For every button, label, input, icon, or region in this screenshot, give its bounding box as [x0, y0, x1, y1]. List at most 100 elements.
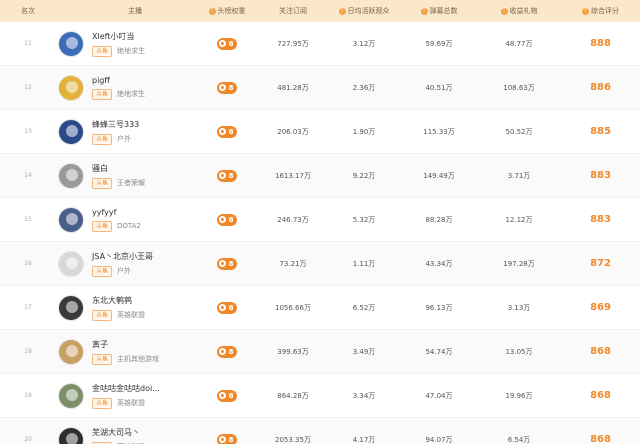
score-value: 868	[590, 434, 611, 444]
anchor-name[interactable]: 蜂蜂三号333	[92, 119, 139, 130]
barrage-value: 40.51万	[425, 83, 453, 92]
avatar[interactable]	[58, 338, 84, 365]
weight-value: 8	[228, 259, 234, 268]
weight-value: 8	[228, 391, 234, 400]
avatar[interactable]	[58, 382, 84, 409]
weight-cell: 8	[195, 37, 259, 50]
anchor-name[interactable]: 骚白	[92, 163, 145, 174]
weight-cell: 8	[195, 125, 259, 138]
weight-cell: 8	[195, 345, 259, 358]
flame-icon	[218, 172, 226, 179]
avatar[interactable]	[58, 294, 84, 321]
anchor-cell[interactable]: yyfyyf 斗鱼 DOTA2	[56, 206, 195, 233]
weight-badge: 8	[216, 257, 238, 270]
header-score[interactable]: ! 综合评分	[561, 6, 640, 16]
anchor-info: Xleft小叮当 斗鱼 绝地求生	[92, 31, 145, 57]
category-label: 绝地求生	[117, 47, 146, 55]
table-row[interactable]: 20 芜湖大司马丶 斗鱼 英雄联盟 8 2053.35万 4.17万 94.07…	[0, 418, 640, 444]
category-label: 英雄联盟	[117, 311, 146, 319]
table-row[interactable]: 16 JSA丶北京小王哥 斗鱼 户外 8 73.21万 1.11万 43.34万…	[0, 242, 640, 286]
score-value: 888	[590, 38, 611, 49]
anchor-cell[interactable]: 骚白 斗鱼 王者荣耀	[56, 162, 195, 189]
anchor-name[interactable]: 金咕咕金咕咕doi...	[92, 383, 160, 394]
category-label: DOTA2	[117, 222, 141, 230]
anchor-name[interactable]: JSA丶北京小王哥	[92, 251, 153, 262]
anchor-name[interactable]: 东北大鹌鹑	[92, 295, 145, 306]
gifts-value: 197.28万	[503, 259, 535, 268]
flame-icon	[218, 436, 226, 443]
info-icon: !	[500, 7, 508, 15]
weight-badge: 8	[216, 301, 238, 314]
followers-value: 727.95万	[277, 39, 309, 48]
anchor-name[interactable]: yyfyyf	[92, 208, 141, 217]
anchor-cell[interactable]: 金咕咕金咕咕doi... 斗鱼 英雄联盟	[56, 382, 195, 409]
rank-number: 13	[24, 128, 32, 135]
header-weight[interactable]: ! 头榜权重	[195, 6, 259, 16]
weight-value: 8	[228, 127, 234, 136]
anchor-info: 蜂蜂三号333 斗鱼 户外	[92, 119, 139, 145]
anchor-cell[interactable]: pigff 斗鱼 绝地求生	[56, 74, 195, 101]
weight-value: 8	[228, 39, 234, 48]
followers-value: 73.21万	[279, 259, 307, 268]
info-icon: !	[208, 7, 216, 15]
avatar[interactable]	[58, 206, 84, 233]
avatar[interactable]	[58, 30, 84, 57]
table-row[interactable]: 11 Xleft小叮当 斗鱼 绝地求生 8 727.95万 3.12万 59.6…	[0, 22, 640, 66]
table-row[interactable]: 17 东北大鹌鹑 斗鱼 英雄联盟 8 1056.66万 6.52万 96.13万…	[0, 286, 640, 330]
table-row[interactable]: 14 骚白 斗鱼 王者荣耀 8 1613.17万 9.22万 149.49万 3…	[0, 154, 640, 198]
score-value: 868	[590, 390, 611, 401]
table-row[interactable]: 12 pigff 斗鱼 绝地求生 8 481.28万 2.36万 40.51万 …	[0, 66, 640, 110]
avatar[interactable]	[58, 162, 84, 189]
score-value: 885	[590, 126, 611, 137]
gifts-value: 19.96万	[505, 391, 533, 400]
table-row[interactable]: 18 寅子 斗鱼 主机其他游戏 8 399.63万 3.49万 54.74万 1…	[0, 330, 640, 374]
followers-value: 246.73万	[277, 215, 309, 224]
avatar[interactable]	[58, 118, 84, 145]
barrage-value: 47.04万	[425, 391, 453, 400]
anchor-name[interactable]: Xleft小叮当	[92, 31, 145, 42]
daily-active-value: 5.32万	[352, 215, 376, 224]
anchor-cell[interactable]: 东北大鹌鹑 斗鱼 英雄联盟	[56, 294, 195, 321]
anchor-cell[interactable]: 寅子 斗鱼 主机其他游戏	[56, 338, 195, 365]
rank-number: 17	[24, 304, 32, 311]
flame-icon	[218, 40, 226, 47]
anchor-name[interactable]: pigff	[92, 76, 145, 85]
score-value: 872	[590, 258, 611, 269]
anchor-cell[interactable]: Xleft小叮当 斗鱼 绝地求生	[56, 30, 195, 57]
avatar[interactable]	[58, 250, 84, 277]
anchor-info: 寅子 斗鱼 主机其他游戏	[92, 339, 159, 365]
weight-badge: 8	[216, 125, 238, 138]
weight-value: 8	[228, 435, 234, 444]
category-label: 王者荣耀	[117, 179, 146, 187]
weight-cell: 8	[195, 213, 259, 226]
rank-number: 16	[24, 260, 32, 267]
header-daily-active[interactable]: ! 日均活跃观众	[327, 6, 401, 16]
avatar[interactable]	[58, 426, 84, 444]
table-row[interactable]: 19 金咕咕金咕咕doi... 斗鱼 英雄联盟 8 864.28万 3.34万 …	[0, 374, 640, 418]
rank-number: 18	[24, 348, 32, 355]
rank-number: 15	[24, 216, 32, 223]
anchor-name[interactable]: 芜湖大司马丶	[92, 427, 145, 438]
daily-active-value: 3.12万	[352, 39, 376, 48]
table-row[interactable]: 15 yyfyyf 斗鱼 DOTA2 8 246.73万 5.32万 88.28…	[0, 198, 640, 242]
weight-badge: 8	[216, 169, 238, 182]
followers-value: 2053.35万	[275, 435, 311, 444]
anchor-cell[interactable]: 芜湖大司马丶 斗鱼 英雄联盟	[56, 426, 195, 444]
weight-value: 8	[228, 171, 234, 180]
anchor-info: 金咕咕金咕咕doi... 斗鱼 英雄联盟	[92, 383, 160, 409]
anchor-cell[interactable]: 蜂蜂三号333 斗鱼 户外	[56, 118, 195, 145]
table-row[interactable]: 13 蜂蜂三号333 斗鱼 户外 8 206.03万 1.90万 115.33万…	[0, 110, 640, 154]
header-barrage[interactable]: ! 弹幕总数	[401, 6, 477, 16]
daily-active-value: 3.49万	[352, 347, 376, 356]
avatar[interactable]	[58, 74, 84, 101]
header-gifts[interactable]: ! 收益礼物	[477, 6, 561, 16]
header-weight-label: 头榜权重	[217, 7, 246, 15]
rank-number: 19	[24, 392, 32, 399]
flame-icon	[218, 348, 226, 355]
followers-value: 206.03万	[277, 127, 309, 136]
anchor-name[interactable]: 寅子	[92, 339, 159, 350]
anchor-cell[interactable]: JSA丶北京小王哥 斗鱼 户外	[56, 250, 195, 277]
daily-active-value: 1.11万	[352, 259, 376, 268]
barrage-value: 149.49万	[423, 171, 455, 180]
rank-number: 11	[24, 40, 32, 47]
